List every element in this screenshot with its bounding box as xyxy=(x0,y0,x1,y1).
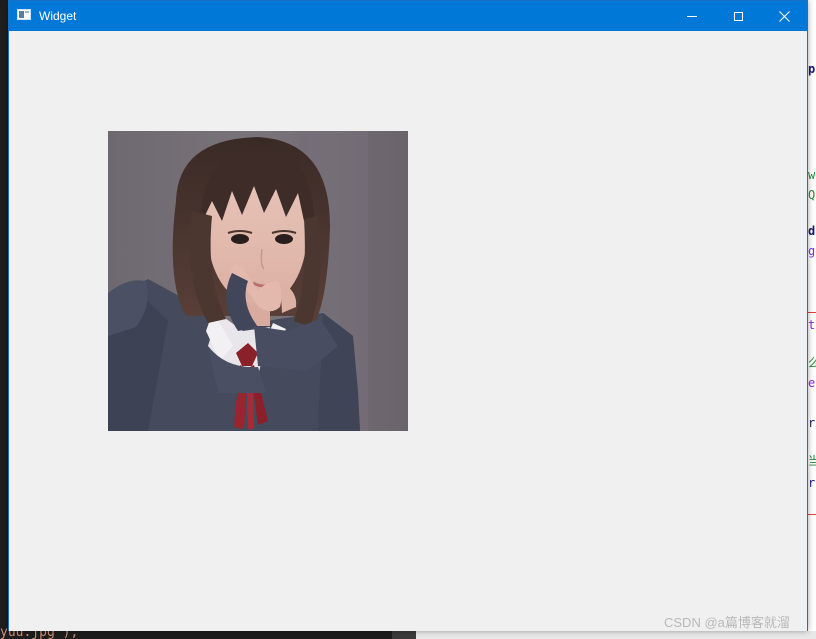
editor-right-char: Q xyxy=(808,188,816,202)
minimize-icon xyxy=(687,15,697,17)
close-button[interactable] xyxy=(761,1,807,31)
editor-bottom-divider xyxy=(392,631,416,639)
maximize-button[interactable] xyxy=(715,1,761,31)
editor-right-char: 么 xyxy=(808,356,816,370)
widget-window: Widget CSDN @a篇博客就溜 xyxy=(8,0,808,631)
editor-right-char: d xyxy=(808,224,816,238)
editor-right-char: e xyxy=(808,376,816,390)
editor-right-char: p xyxy=(808,62,816,76)
editor-bottom-panel xyxy=(416,631,816,639)
editor-error-line xyxy=(808,514,816,515)
editor-right-char: g xyxy=(808,244,816,258)
maximize-icon xyxy=(733,11,743,21)
client-area: CSDN @a篇博客就溜 xyxy=(9,31,807,631)
editor-error-line xyxy=(808,312,816,313)
portrait-illustration xyxy=(108,131,408,431)
title-bar[interactable]: Widget xyxy=(9,1,807,31)
editor-left-strip xyxy=(0,0,8,639)
window-title: Widget xyxy=(39,9,77,23)
editor-right-char: t xyxy=(808,318,816,332)
app-window-icon xyxy=(17,9,31,20)
watermark-text: CSDN @a篇博客就溜 xyxy=(664,615,790,630)
photo-image xyxy=(108,131,408,431)
editor-right-char: r xyxy=(808,416,816,430)
close-icon xyxy=(778,10,790,22)
editor-right-char: 当 xyxy=(808,454,816,468)
editor-right-char: r xyxy=(808,476,816,490)
editor-right-char: w xyxy=(808,168,816,182)
minimize-button[interactable] xyxy=(669,1,715,31)
